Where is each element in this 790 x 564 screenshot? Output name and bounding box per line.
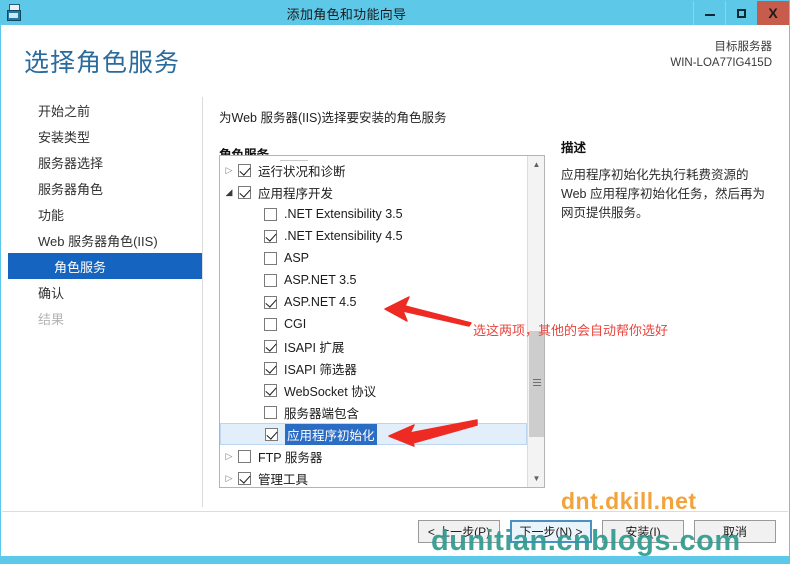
tree-row[interactable]: 应用程序初始化 [220,423,527,445]
wizard-step-nav: 开始之前安装类型服务器选择服务器角色功能 Web 服务器角色(IIS) 角色服务确认… [2,97,202,507]
scrollbar-grip-icon [533,379,541,386]
tree-row-label: 应用程序初始化 [285,423,377,445]
sidebar-item-label: 服务器角色 [38,181,104,197]
description-title: 描述 [561,141,587,155]
page-title: 选择角色服务 [24,49,181,77]
checkbox-checked[interactable] [238,163,251,177]
checkbox-checked[interactable] [264,229,277,243]
annotation-note: 选这两项，其他的会自动帮你选好 [473,323,669,338]
title-bar: 添加角色和功能向导 X [1,1,789,25]
chevron-right-icon[interactable]: ▷ [220,473,238,484]
chevron-down-icon[interactable]: ◢ [220,187,238,198]
sidebar-item-4[interactable]: 功能 [2,201,202,227]
tree-row[interactable]: 服务器端包含 [220,401,527,423]
tree-row[interactable]: ASP.NET 4.5 [220,291,527,313]
scroll-up-icon[interactable]: ▲ [528,156,544,173]
tree-row[interactable]: ISAPI 筛选器 [220,357,527,379]
tree-row-label: ISAPI 扩展 [284,340,345,355]
checkbox-unchecked[interactable] [264,273,277,287]
tree-row-label: 运行状况和诊断 [258,164,346,179]
checkbox-checked[interactable] [264,295,277,309]
tree-row[interactable]: .NET Extensibility 3.5 [220,203,527,225]
target-server-block: 目标服务器 WIN-LOA77IG415D [670,39,772,71]
sidebar-item-label: 安装类型 [38,129,91,145]
sidebar-item-label: 功能 [38,207,65,223]
checkbox-checked[interactable] [238,471,251,485]
main-intro-text: 为Web 服务器(IIS)选择要安装的角色服务 [219,111,447,125]
tree-row-label: ASP.NET 3.5 [284,273,357,287]
sidebar-item-2[interactable]: 服务器选择 [2,149,202,175]
annotation-arrow-upper [383,293,473,327]
sidebar-item-label: 开始之前 [38,103,91,119]
description-body: 应用程序初始化先执行耗费资源的 Web 应用程序初始化任务，然后再为网页提供服务… [561,168,765,220]
checkbox-checked[interactable] [264,383,277,397]
sidebar-item-6[interactable]: 角色服务 [8,253,202,279]
tree-row-label: 管理工具 [258,472,309,487]
annotation-arrow-lower [387,419,479,447]
sidebar-item-label: 结果 [38,311,65,327]
sidebar-item-1[interactable]: 安装类型 [2,123,202,149]
checkbox-unchecked[interactable] [264,317,277,331]
tree-row-label: ASP.NET 4.5 [284,295,357,309]
tree-row[interactable]: ASP [220,247,527,269]
description-panel: 描述 应用程序初始化先执行耗费资源的 Web 应用程序初始化任务，然后再为网页提… [561,97,787,507]
tree-row-label: FTP 服务器 [258,450,323,465]
tree-row-label: .NET Extensibility 3.5 [284,207,403,221]
checkbox-unchecked[interactable] [264,251,277,265]
sidebar-item-label: 服务器选择 [38,155,104,171]
sidebar-item-label: 角色服务 [54,259,107,275]
tree-row-label: WebSocket 协议 [284,384,377,399]
tree-row[interactable]: ◢ 应用程序开发 [220,181,527,203]
checkbox-checked[interactable] [264,339,277,353]
add-roles-wizard-window: 添加角色和功能向导 X 选择角色服务 目标服务器 WIN-LOA77IG415D… [0,0,790,564]
checkbox-checked[interactable] [265,427,278,441]
tree-row[interactable]: .NET Extensibility 4.5 [220,225,527,247]
minimize-button[interactable] [693,1,725,25]
nav-divider [202,97,203,507]
window-title: 添加角色和功能向导 [286,6,407,22]
chevron-right-icon[interactable]: ▷ [220,451,238,462]
checkbox-checked[interactable] [264,361,277,375]
checkbox-unchecked[interactable] [264,207,277,221]
tree-row-label: 服务器端包含 [284,406,360,421]
target-server-label: 目标服务器 [714,41,773,53]
tree-row[interactable]: ▷ FTP 服务器 [220,445,527,467]
target-server-name: WIN-LOA77IG415D [670,57,772,69]
watermark-cnblogs: dunitian.cnblogs.com [431,525,741,557]
sidebar-item-label: 确认 [38,285,65,301]
close-button[interactable]: X [757,1,789,25]
minimize-icon [704,14,715,16]
tree-row[interactable]: ▷ 运行状况和诊断 [220,159,527,181]
tree-row-label: ASP [284,251,310,265]
sidebar-item-8: 结果 [2,305,202,331]
checkbox-unchecked[interactable] [238,449,251,463]
sidebar-item-3[interactable]: 服务器角色 [2,175,202,201]
checkbox-checked[interactable] [238,185,251,199]
tree-row-label: ISAPI 筛选器 [284,362,357,377]
window-controls: X [693,1,789,25]
tree-row-label: .NET Extensibility 4.5 [284,229,403,243]
watermark-dkill: dnt.dkill.net [561,488,697,514]
checkbox-unchecked[interactable] [264,405,277,419]
sidebar-item-7[interactable]: 确认 [2,279,202,305]
tree-row-label: CGI [284,317,307,331]
wizard-header: 选择角色服务 目标服务器 WIN-LOA77IG415D [2,25,788,97]
sidebar-item-label: Web 服务器角色(IIS) [38,233,158,249]
maximize-button[interactable] [725,1,757,25]
sidebar-item-0[interactable]: 开始之前 [2,97,202,123]
scroll-down-icon[interactable]: ▼ [528,470,544,487]
tree-row-label: 应用程序开发 [258,186,334,201]
maximize-icon [737,8,746,18]
sidebar-item-5[interactable]: Web 服务器角色(IIS) [2,227,202,253]
chevron-right-icon[interactable]: ▷ [220,165,238,176]
tree-row[interactable]: WebSocket 协议 [220,379,527,401]
tree-row[interactable]: ASP.NET 3.5 [220,269,527,291]
tree-row[interactable]: ▷ 管理工具 [220,467,527,487]
server-wizard-icon [4,2,26,24]
scrollbar-thumb[interactable] [529,331,544,437]
